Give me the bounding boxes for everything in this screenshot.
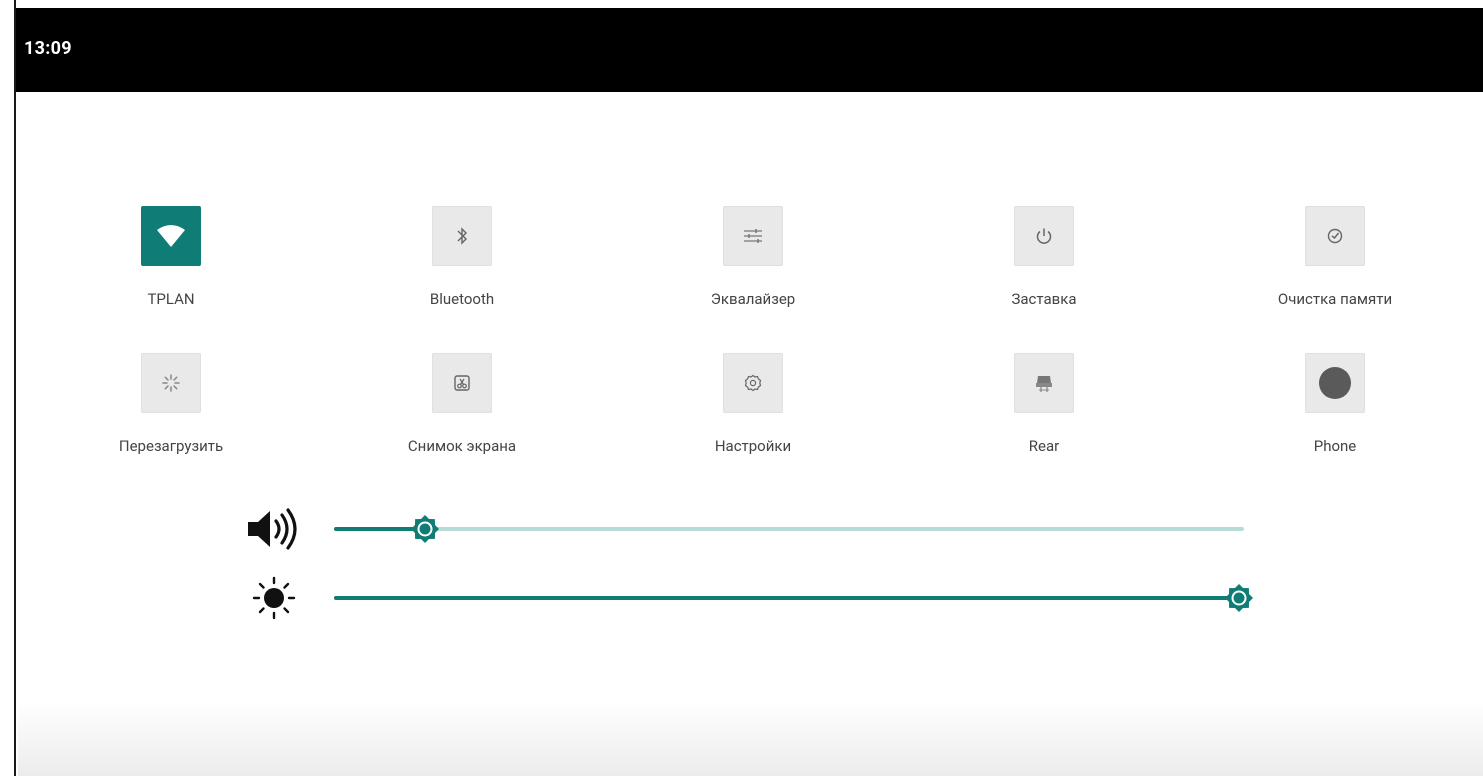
tile-label: Bluetooth [429,290,495,308]
brightness-icon [244,573,304,623]
volume-slider-thumb[interactable] [410,514,440,544]
tile-restart[interactable]: Перезагрузить [81,353,261,473]
bluetooth-icon [457,227,467,245]
brightness-slider-thumb[interactable] [1224,583,1254,613]
tile-settings[interactable]: Настройки [663,353,843,473]
screenshot-tile-button[interactable] [432,353,492,413]
tile-phone[interactable]: Phone [1245,353,1425,473]
tile-label: Phone [1313,437,1357,455]
memory-clean-icon [1327,228,1343,244]
phone-tile-button[interactable] [1305,353,1365,413]
tile-label: Настройки [714,437,792,455]
wifi-icon [157,225,185,247]
screenshot-icon [454,375,470,391]
settings-tile-button[interactable] [723,353,783,413]
memory-clean-tile-button[interactable] [1305,206,1365,266]
quick-settings-panel: TPLAN Bluetooth Эквалайзер Заставка Очис… [18,92,1483,776]
restart-tile-button[interactable] [141,353,201,413]
screensaver-tile-button[interactable] [1014,206,1074,266]
brightness-slider-track[interactable] [334,596,1239,600]
tile-label: TPLAN [147,290,195,308]
restart-icon [162,374,180,392]
top-border [0,0,1483,8]
tile-memory-clean[interactable]: Очистка памяти [1245,206,1425,326]
tile-label: Очистка памяти [1277,290,1393,308]
rear-tile-button[interactable] [1014,353,1074,413]
tile-wifi[interactable]: TPLAN [81,206,261,326]
tile-rear[interactable]: Rear [954,353,1134,473]
tile-label: Rear [1028,437,1060,455]
volume-icon [244,504,304,554]
volume-slider-row [244,504,1284,554]
brightness-slider-row [244,573,1284,623]
bluetooth-tile-button[interactable] [432,206,492,266]
clock: 13:09 [24,38,72,59]
tile-equalizer[interactable]: Эквалайзер [663,206,843,326]
tile-label: Перезагрузить [118,437,224,455]
tile-bluetooth[interactable]: Bluetooth [372,206,552,326]
volume-slider-track[interactable] [334,527,1244,531]
equalizer-icon [744,229,762,243]
left-edge [0,0,16,776]
brightness-slider-fill [334,596,1239,600]
wifi-tile-button[interactable] [141,206,201,266]
power-icon [1036,228,1052,244]
phone-icon [1319,367,1351,399]
tile-label: Снимок экрана [407,437,517,455]
tile-label: Эквалайзер [710,290,796,308]
tile-screenshot[interactable]: Снимок экрана [372,353,552,473]
tile-label: Заставка [1011,290,1077,308]
equalizer-tile-button[interactable] [723,206,783,266]
settings-icon [744,374,762,392]
rear-camera-icon [1036,376,1052,392]
status-bar: 13:09 [16,8,1483,92]
tile-screensaver[interactable]: Заставка [954,206,1134,326]
screen: 13:09 TPLAN Bluetooth Эквалайзер Заставк… [0,0,1483,776]
